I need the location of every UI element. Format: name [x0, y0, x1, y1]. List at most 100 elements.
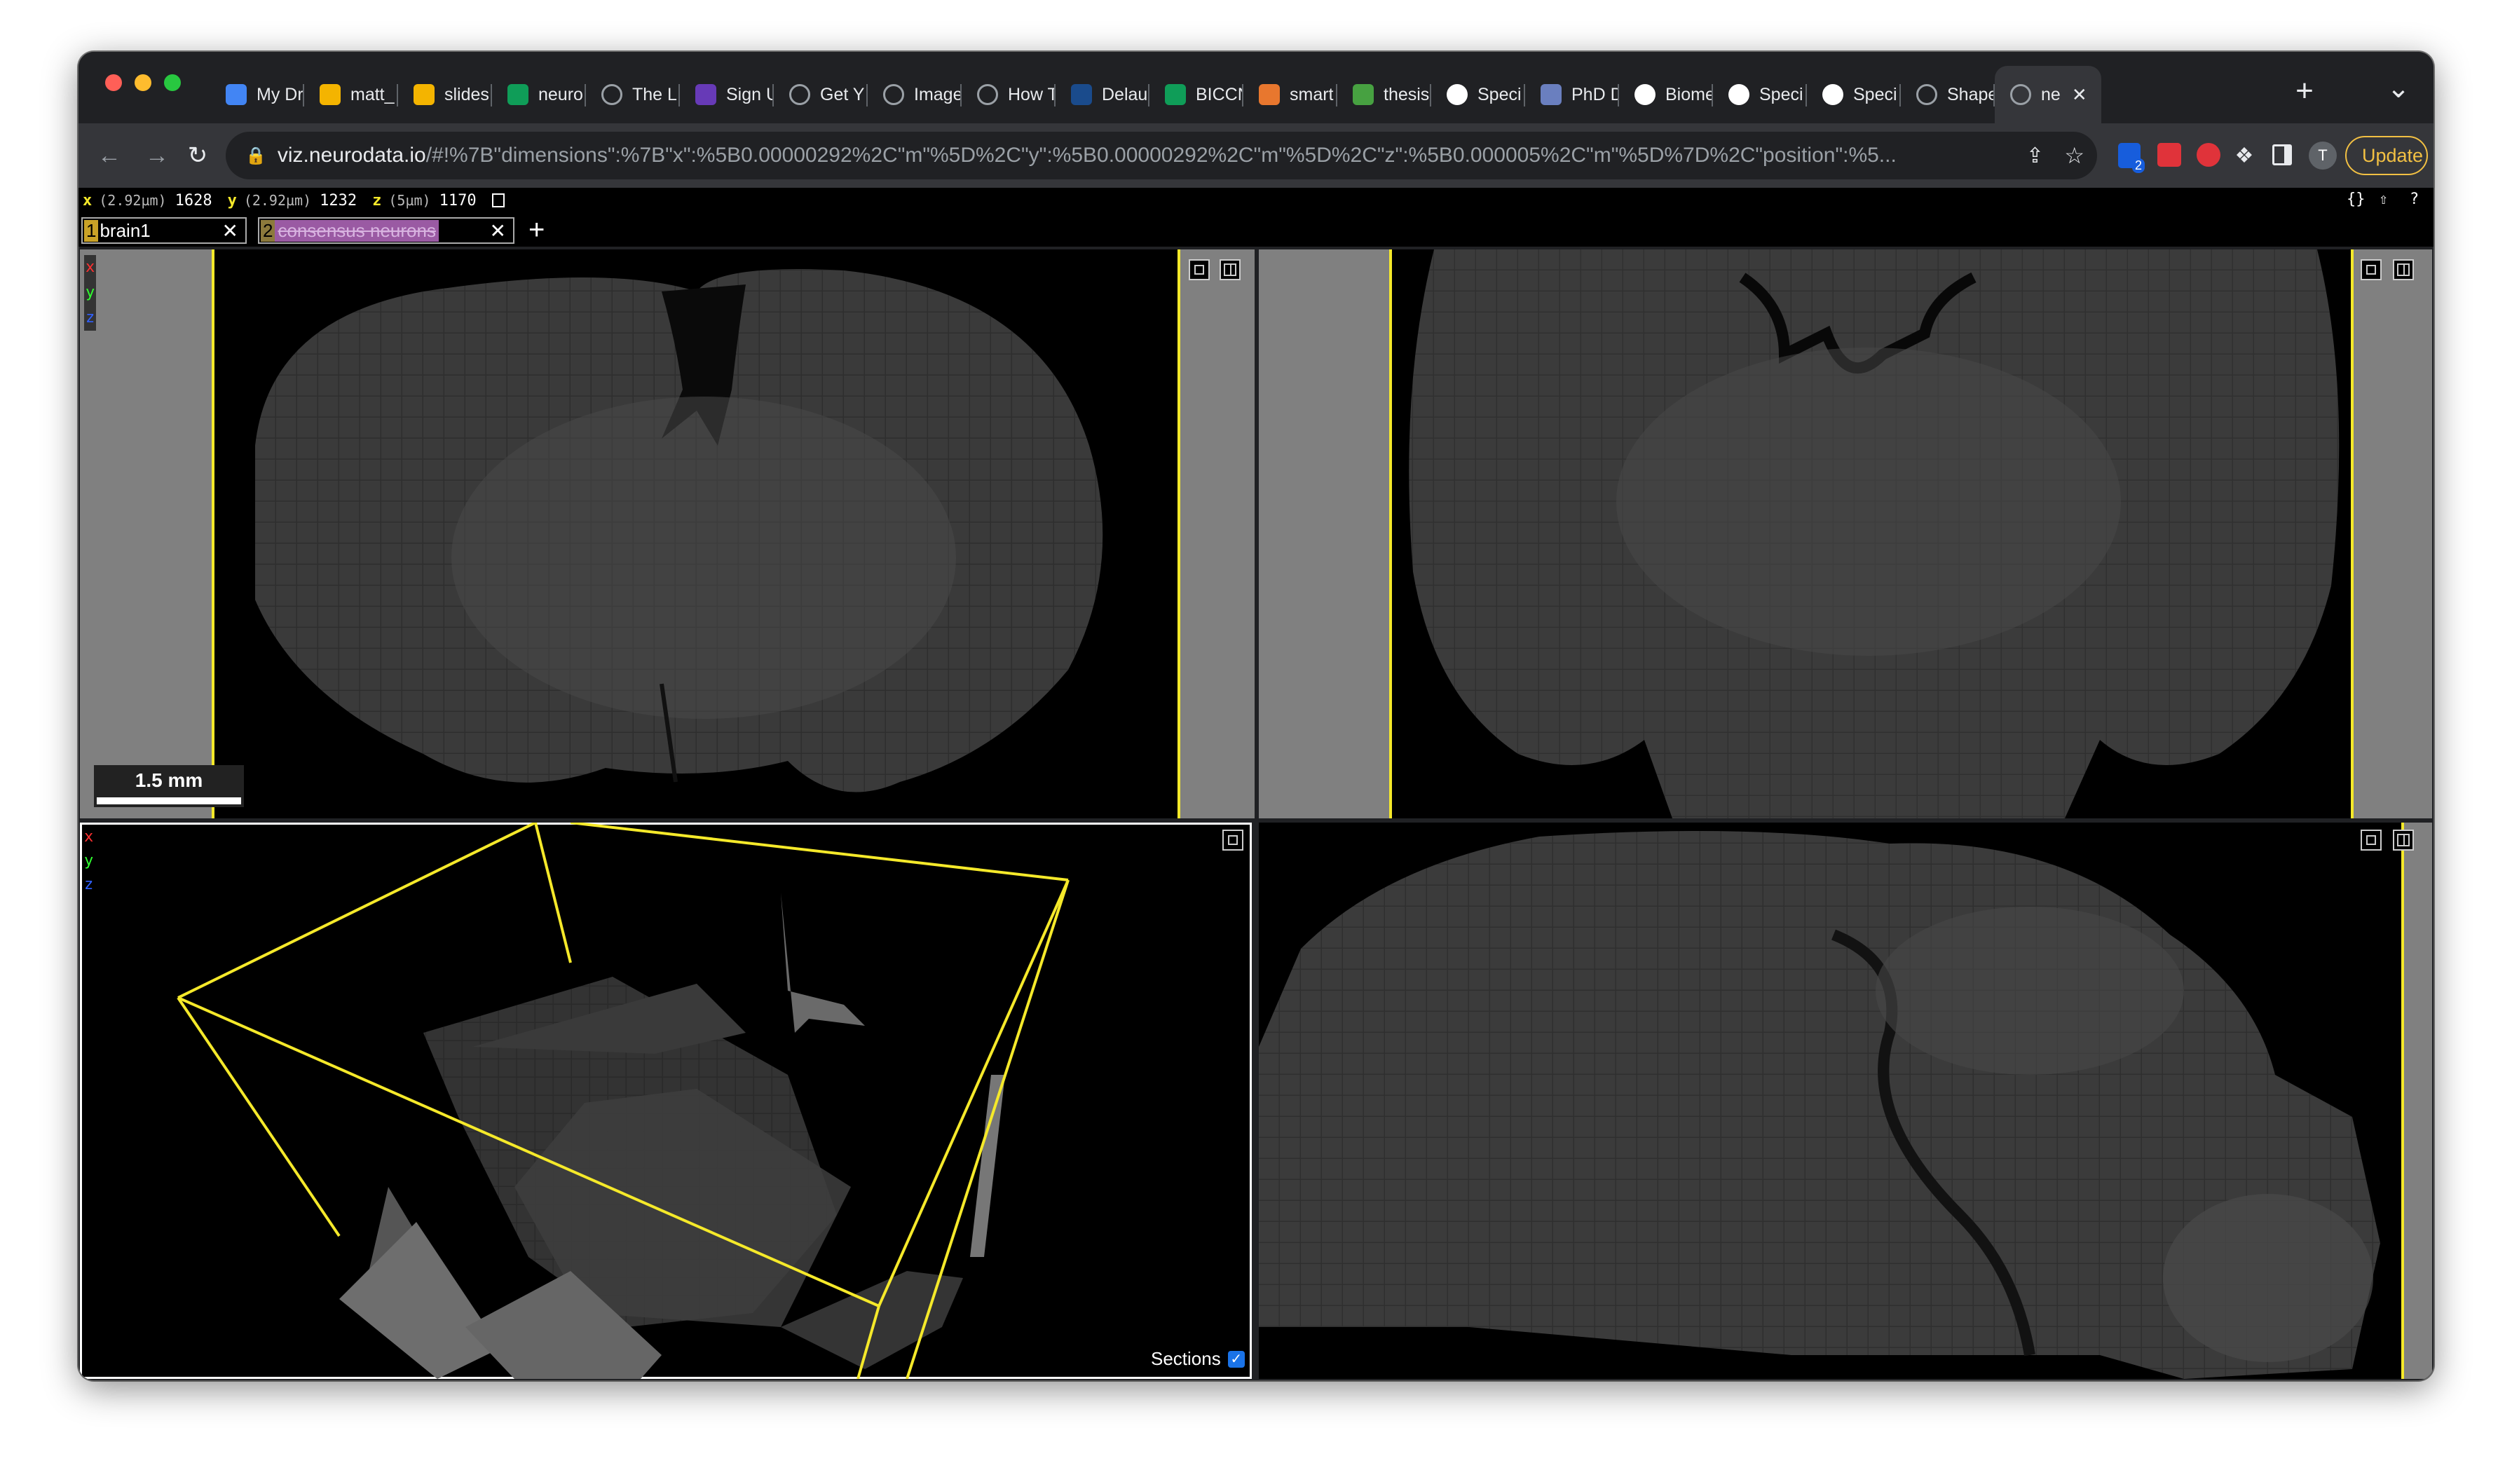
address-bar[interactable]: 🔒 viz.neurodata.io /#!%7B"dimensions":%7…	[226, 132, 2097, 179]
yz-panel[interactable]	[1259, 823, 2432, 1379]
back-icon[interactable]: ←	[93, 139, 126, 172]
out-of-bounds-region	[1180, 249, 1255, 818]
extension-badge: 2	[2132, 158, 2145, 173]
google-slides-icon	[320, 84, 341, 105]
layer-bar: 1 brain1 ✕ 2 consensus neurons ✕ +	[78, 213, 2434, 247]
browser-tab[interactable]: My Dr	[210, 66, 304, 123]
share-icon[interactable]: ⇪	[2026, 144, 2044, 168]
y-position-value[interactable]: 1232	[320, 192, 357, 209]
maximize-window-button[interactable]	[164, 74, 181, 91]
tab-search-button[interactable]: ⌄	[2379, 67, 2418, 109]
position-bar: x (2.92µm) 1628 y (2.92µm) 1232 z (5µm) …	[78, 188, 2434, 213]
browser-window: My Dr matt_ slides neuro The L Sign U Get Y Ima…	[78, 52, 2434, 1380]
shield-icon	[1541, 84, 1562, 105]
z-position-value[interactable]: 1170	[439, 192, 477, 209]
layer-number: 1	[84, 219, 99, 242]
z-dim-unit: (5µm)	[388, 192, 431, 209]
3d-volume-render	[177, 823, 1070, 1379]
xy-panel[interactable]: x y z 1.5 mm	[80, 249, 1255, 818]
browser-tab[interactable]: Speci	[1431, 66, 1525, 123]
browser-tab[interactable]: Get Y	[774, 66, 868, 123]
browser-tab[interactable]: Delau	[1056, 66, 1149, 123]
browser-tab[interactable]: The L	[586, 66, 680, 123]
close-window-button[interactable]	[105, 74, 122, 91]
3d-panel[interactable]: x y z Sections ✓	[80, 823, 1252, 1379]
scale-bar-line	[97, 797, 241, 804]
tab-title: Delau	[1102, 84, 1148, 104]
tab-title: Speci	[1759, 84, 1803, 104]
sections-label: Sections	[1151, 1348, 1221, 1369]
x-position-value[interactable]: 1628	[175, 192, 212, 209]
extensions-puzzle-icon[interactable]: ❖	[2227, 139, 2261, 172]
sections-toggle[interactable]: Sections ✓	[1151, 1348, 1245, 1370]
tab-title: neuro	[538, 84, 583, 104]
browser-tab[interactable]: neuro	[492, 66, 586, 123]
side-panel-icon[interactable]	[2272, 144, 2292, 165]
x-axis-label: x	[86, 259, 95, 276]
scale-bar-label: 1.5 mm	[135, 769, 203, 791]
tab-title: Speci	[1853, 84, 1897, 104]
out-of-bounds-region	[1259, 249, 1391, 818]
browser-tab[interactable]: Biome	[1619, 66, 1713, 123]
browser-tab[interactable]: Speci	[1713, 66, 1807, 123]
github-icon	[1822, 84, 1843, 105]
globe-icon	[2010, 84, 2031, 105]
copy-icon[interactable]	[491, 193, 505, 207]
maximize-panel-button[interactable]	[2361, 259, 2382, 280]
add-layer-button[interactable]: +	[528, 214, 545, 246]
close-icon[interactable]: ✕	[222, 219, 238, 242]
browser-tab[interactable]: How T	[962, 66, 1056, 123]
browser-tab[interactable]: ne ✕	[1995, 66, 2101, 123]
xz-panel[interactable]	[1259, 249, 2432, 818]
mendeley-extension-icon[interactable]	[2157, 143, 2181, 167]
axis-legend: x y z	[84, 825, 93, 897]
horizontal-brain-section	[1409, 249, 2340, 818]
maximize-panel-button[interactable]	[1189, 259, 1210, 280]
maximize-panel-button[interactable]	[1222, 830, 1243, 851]
box-icon	[1259, 84, 1280, 105]
tab-title: Get Y	[820, 84, 865, 104]
browser-tab[interactable]: thesis	[1337, 66, 1431, 123]
browser-tab[interactable]: PhD D	[1525, 66, 1619, 123]
layout-toggle-button[interactable]	[2393, 259, 2414, 280]
layout-toggle-button[interactable]	[1220, 259, 1241, 280]
tab-title: PhD D	[1571, 84, 1619, 104]
forward-icon[interactable]: →	[140, 139, 174, 172]
share-state-icon[interactable]: ⇧	[2379, 191, 2388, 208]
maximize-panel-button[interactable]	[2361, 830, 2382, 851]
profile-avatar[interactable]: T	[2309, 142, 2337, 170]
minimize-window-button[interactable]	[135, 74, 151, 91]
browser-tab[interactable]: Image	[868, 66, 962, 123]
browser-toolbar: ← → ↻ 🔒 viz.neurodata.io /#!%7B"dimensio…	[78, 123, 2434, 188]
github-icon	[1728, 84, 1749, 105]
globe-icon	[977, 84, 998, 105]
sections-checkbox[interactable]: ✓	[1227, 1350, 1245, 1368]
new-tab-button[interactable]: +	[2284, 70, 2326, 112]
browser-tab[interactable]: Shape	[1901, 66, 1995, 123]
browser-tab[interactable]: Sign U	[680, 66, 774, 123]
help-icon[interactable]: ?	[2410, 191, 2419, 208]
tab-title: matt_	[350, 84, 395, 104]
json-state-icon[interactable]: {}	[2347, 191, 2366, 208]
privacy-extension-icon[interactable]	[2197, 143, 2220, 167]
reload-icon[interactable]: ↻	[181, 139, 214, 172]
layout-toggle-button[interactable]	[2393, 830, 2414, 851]
x-dim-unit: (2.92µm)	[99, 192, 167, 209]
layer-brain1[interactable]: 1 brain1 ✕	[81, 217, 247, 244]
browser-tab[interactable]: smart	[1243, 66, 1337, 123]
tab-title: Sign U	[726, 84, 774, 104]
layer-consensus-neurons[interactable]: 2 consensus neurons ✕	[258, 217, 514, 244]
browser-tab[interactable]: matt_	[304, 66, 398, 123]
close-tab-icon[interactable]: ✕	[2072, 84, 2087, 106]
browser-tab[interactable]: slides	[398, 66, 492, 123]
google-drive-icon	[226, 84, 247, 105]
layer-number: 2	[261, 219, 275, 242]
tab-title: Biome	[1665, 84, 1713, 104]
browser-tab[interactable]: Speci	[1807, 66, 1901, 123]
globe-icon	[789, 84, 810, 105]
close-icon[interactable]: ✕	[490, 219, 506, 242]
bookmark-star-icon[interactable]: ☆	[2064, 142, 2084, 169]
out-of-bounds-region	[2404, 823, 2432, 1379]
browser-tab[interactable]: BICCN	[1149, 66, 1243, 123]
update-button[interactable]: Update ⋮	[2345, 136, 2434, 175]
